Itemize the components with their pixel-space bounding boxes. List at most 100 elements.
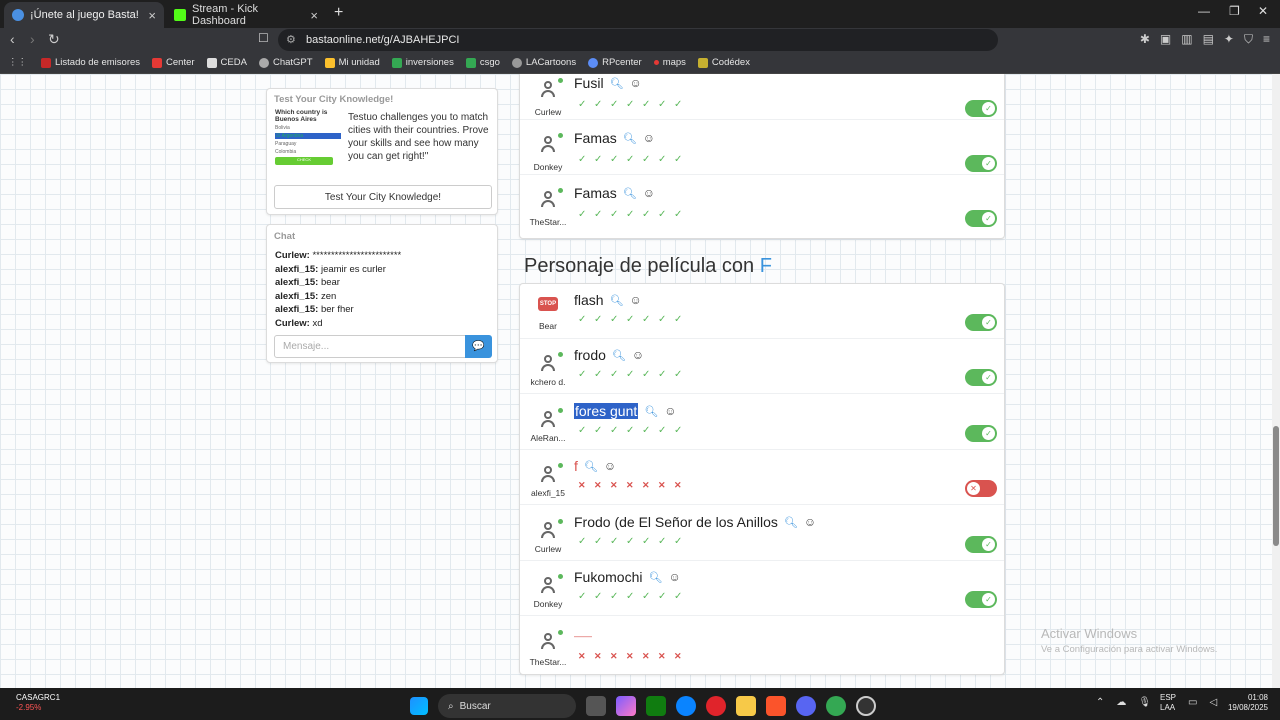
- valid-toggle[interactable]: ✓: [965, 210, 997, 227]
- shield-icon[interactable]: ⛉: [1244, 32, 1253, 47]
- taskbar-search[interactable]: ⌕ Buscar: [438, 694, 576, 718]
- user-star-avatar-icon: [538, 408, 563, 429]
- valid-toggle[interactable]: ✓: [965, 314, 997, 331]
- new-tab-icon[interactable]: +: [334, 4, 343, 22]
- valid-toggle[interactable]: ✓: [965, 100, 997, 117]
- wallet-icon[interactable]: ▤: [1203, 32, 1214, 47]
- emoji-icon[interactable]: ☺: [630, 76, 642, 90]
- extensions-icon[interactable]: ✱: [1140, 32, 1150, 47]
- close-tab-icon[interactable]: ×: [148, 8, 156, 23]
- chat-panel: Chat Curlew: ************************ al…: [266, 224, 498, 363]
- forward-icon[interactable]: ›: [30, 31, 35, 47]
- search-icon[interactable]: 🔍︎: [584, 460, 598, 473]
- close-tab-icon[interactable]: ×: [310, 8, 318, 23]
- search-icon[interactable]: 🔍︎: [644, 405, 658, 418]
- microphone-icon[interactable]: 🎙︎: [1138, 697, 1151, 708]
- steam-icon[interactable]: [856, 696, 876, 716]
- discord-icon[interactable]: [796, 696, 816, 716]
- bookmark-item[interactable]: Mi unidad: [324, 57, 380, 68]
- valid-toggle[interactable]: ✓: [965, 425, 997, 442]
- valid-toggle[interactable]: ✓: [965, 591, 997, 608]
- send-message-button[interactable]: 💬: [465, 335, 492, 358]
- quiz-question: Which country is Buenos Aires: [275, 109, 328, 123]
- search-icon[interactable]: 🔍︎: [610, 77, 624, 90]
- valid-toggle[interactable]: ✓: [965, 536, 997, 553]
- maximize-icon[interactable]: ❐: [1229, 4, 1240, 18]
- bookmark-item[interactable]: LACartoons: [511, 57, 576, 68]
- ad-button[interactable]: Test Your City Knowledge!: [274, 185, 492, 209]
- cloud-icon[interactable]: ☁: [1116, 697, 1126, 708]
- windows-start-icon[interactable]: [410, 697, 428, 715]
- language-indicator[interactable]: ESP LAA: [1160, 693, 1176, 713]
- menu-icon[interactable]: ≡: [1263, 32, 1270, 47]
- show-hidden-icons-icon[interactable]: ⌃: [1096, 697, 1104, 708]
- emoji-icon[interactable]: ☺: [643, 186, 655, 200]
- answer-word: ——: [574, 631, 592, 641]
- emoji-icon[interactable]: ☺: [668, 570, 680, 584]
- emoji-icon[interactable]: ☺: [630, 293, 642, 307]
- bookmark-item[interactable]: Codédex: [697, 57, 750, 68]
- brave-icon[interactable]: [766, 696, 786, 716]
- answer-row: TheStar... Famas 🔍︎ ☺ ✓ ✓ ✓ ✓ ✓ ✓ ✓ ✓: [520, 175, 1004, 230]
- emoji-icon[interactable]: ☺: [604, 459, 616, 473]
- site-info-icon[interactable]: ⚙: [286, 33, 296, 46]
- scrollbar-thumb[interactable]: [1273, 426, 1279, 546]
- close-window-icon[interactable]: ✕: [1258, 4, 1268, 18]
- leo-icon[interactable]: ✦: [1224, 32, 1234, 47]
- tab-search-icon[interactable]: ▣: [1160, 32, 1171, 47]
- emoji-icon[interactable]: ☺: [664, 404, 676, 418]
- sidebar-icon[interactable]: ▥: [1181, 32, 1192, 47]
- emoji-icon[interactable]: ☺: [804, 515, 816, 529]
- selected-answer-text[interactable]: fores gunt: [574, 403, 639, 419]
- edge-icon[interactable]: [676, 696, 696, 716]
- system-tray: ⌃ ☁ 🎙︎: [1096, 697, 1151, 708]
- valid-toggle[interactable]: ✕: [965, 480, 997, 497]
- search-icon[interactable]: 🔍︎: [648, 571, 662, 584]
- file-explorer-icon[interactable]: [736, 696, 756, 716]
- search-icon[interactable]: 🔍︎: [612, 349, 626, 362]
- apps-icon[interactable]: ⋮⋮: [8, 57, 27, 68]
- user-avatar-icon: [538, 630, 563, 651]
- reload-icon[interactable]: ↻: [48, 31, 60, 48]
- search-icon[interactable]: 🔍︎: [610, 294, 624, 307]
- clock[interactable]: 01:08 19/08/2025: [1224, 693, 1268, 713]
- bookmark-item[interactable]: ChatGPT: [258, 57, 313, 68]
- bookmark-item[interactable]: maps: [653, 57, 686, 68]
- url-field[interactable]: ⚙ bastaonline.net/g/AJBAHEJPCI: [278, 29, 998, 51]
- valid-toggle[interactable]: ✓: [965, 369, 997, 386]
- lang-layout: LAA: [1160, 703, 1176, 712]
- task-view-icon[interactable]: [586, 696, 606, 716]
- page-scrollbar[interactable]: [1272, 74, 1280, 688]
- emoji-icon[interactable]: ☺: [643, 131, 655, 145]
- bookmark-item[interactable]: Listado de emisores: [41, 57, 140, 68]
- back-icon[interactable]: ‹: [10, 31, 15, 47]
- valid-toggle[interactable]: ✓: [965, 155, 997, 172]
- answer-word: fores gunt 🔍︎ ☺: [574, 403, 677, 419]
- search-icon[interactable]: 🔍︎: [623, 187, 637, 200]
- bookmark-item[interactable]: CEDA: [206, 57, 247, 68]
- network-sound[interactable]: ▭ ◁: [1188, 697, 1217, 708]
- minimize-icon[interactable]: —: [1198, 4, 1210, 18]
- opera-icon[interactable]: [706, 696, 726, 716]
- search-icon[interactable]: 🔍︎: [784, 516, 798, 529]
- chrome-icon[interactable]: [826, 696, 846, 716]
- online-indicator: [558, 133, 563, 138]
- search-icon[interactable]: 🔍︎: [623, 132, 637, 145]
- copilot-icon[interactable]: [616, 696, 636, 716]
- user-avatar-icon: [538, 188, 563, 209]
- bookmark-item[interactable]: csgo: [465, 57, 500, 68]
- emoji-icon[interactable]: ☺: [632, 348, 644, 362]
- tab-kick[interactable]: Stream - Kick Dashboard ×: [166, 2, 326, 28]
- url-text: bastaonline.net/g/AJBAHEJPCI: [306, 34, 460, 46]
- tab-basta[interactable]: ¡Únete al juego Basta! ×: [4, 2, 164, 28]
- bookmark-item[interactable]: inversiones: [391, 57, 454, 68]
- bookmark-item[interactable]: RPcenter: [588, 57, 642, 68]
- ad-quiz-image[interactable]: Which country is Buenos Aires Bolivia ☑ …: [275, 109, 341, 181]
- online-indicator: [558, 574, 563, 579]
- chat-input[interactable]: Mensaje...: [274, 335, 466, 358]
- bookmark-item[interactable]: Center: [152, 57, 195, 68]
- bookmark-icon[interactable]: ☐: [258, 31, 269, 45]
- stock-widget[interactable]: CASAGRC1 -2.95%: [16, 693, 60, 713]
- watermark-line2: Ve a Configuración para activar Windows.: [1041, 644, 1218, 655]
- xbox-icon[interactable]: [646, 696, 666, 716]
